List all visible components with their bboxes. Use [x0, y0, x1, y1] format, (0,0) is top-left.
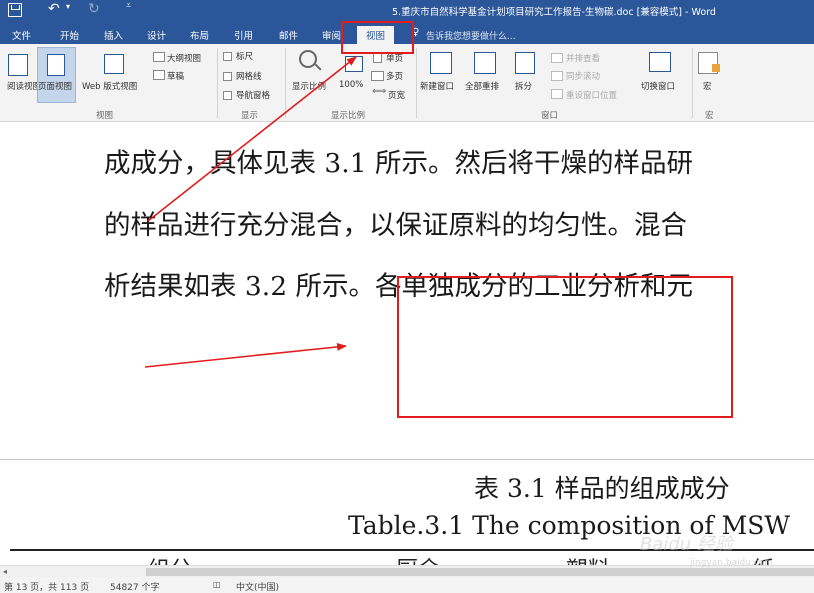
arrange-all-button[interactable]: 全部重排	[465, 80, 499, 92]
tab-file[interactable]: 文件	[12, 28, 31, 42]
gridlines-label: 网格线	[236, 72, 262, 82]
read-mode-icon[interactable]	[8, 54, 28, 76]
table-header-cell: 塑料	[566, 552, 610, 565]
undo-dropdown-icon[interactable]: ▾	[66, 2, 70, 11]
word-window: ↶ ▾ ↻ ⩡ 5.重庆市自然科学基金计划项目研究工作报告-生物碳.doc [兼…	[0, 0, 814, 593]
table-caption-cn: 表 3.1 样品的组成成分	[474, 474, 730, 503]
sync-scroll-button[interactable]: 同步滚动	[566, 70, 600, 82]
web-layout-button[interactable]: Web 版式视图	[82, 80, 137, 92]
new-window-icon[interactable]	[430, 52, 452, 74]
tab-design[interactable]: 设计	[147, 28, 166, 42]
reset-window-button[interactable]: 重设窗口位置	[566, 89, 617, 101]
group-label-macros: 宏	[705, 111, 714, 121]
draft-icon[interactable]	[153, 70, 165, 80]
zoom-button[interactable]: 显示比例	[292, 80, 326, 92]
save-icon[interactable]	[8, 3, 22, 17]
outline-button[interactable]: 大纲视图	[167, 52, 201, 64]
tab-references[interactable]: 引用	[234, 28, 253, 42]
page-count[interactable]: 第 13 页，共 113 页	[4, 580, 89, 593]
outline-icon[interactable]	[153, 52, 165, 62]
macros-button[interactable]: 宏	[703, 80, 712, 92]
read-mode-button[interactable]: 阅读视图	[7, 80, 41, 92]
ribbon-divider	[285, 48, 286, 118]
language-indicator[interactable]: 中文(中国)	[236, 580, 279, 593]
ruler-label: 标尺	[236, 52, 254, 62]
side-by-side-button[interactable]: 并排查看	[566, 52, 600, 64]
one-page-icon[interactable]	[373, 53, 382, 63]
scroll-left-icon[interactable]: ◂	[3, 567, 7, 576]
print-layout-label: 页面视图	[38, 82, 73, 92]
group-label-zoom: 显示比例	[331, 111, 366, 121]
multiple-pages-button[interactable]: 多页	[386, 70, 403, 82]
side-by-side-icon[interactable]	[551, 53, 563, 63]
switch-windows-icon[interactable]	[649, 52, 671, 72]
arrange-all-icon[interactable]	[474, 52, 496, 74]
annotation-box-view-tab	[341, 21, 414, 54]
redo-icon[interactable]: ↻	[88, 1, 100, 17]
scrollbar-thumb[interactable]	[146, 568, 814, 576]
tab-layout[interactable]: 布局	[190, 28, 209, 42]
annotation-box-document	[397, 276, 733, 418]
ribbon-view: 阅读视图 页面视图 Web 版式视图 大纲视图 草稿 视图 标尺 网格线 导航窗…	[0, 44, 814, 122]
group-label-window: 窗口	[541, 111, 559, 121]
doc-line-1: 成成分，具体见表 3.1 所示。然后将干燥的样品研	[104, 148, 693, 179]
ribbon-divider	[217, 48, 218, 118]
page-break-divider	[0, 459, 814, 460]
gridlines-checkbox[interactable]	[223, 72, 232, 81]
macros-badge-icon	[712, 64, 720, 72]
ruler-checkbox[interactable]	[223, 52, 232, 61]
split-button[interactable]: 拆分	[515, 80, 532, 92]
word-count[interactable]: 54827 个字	[110, 580, 160, 593]
draft-button[interactable]: 草稿	[167, 70, 184, 82]
nav-pane-label: 导航窗格	[236, 91, 271, 101]
table-header-cell: 组分	[148, 552, 192, 565]
ribbon-divider	[416, 48, 417, 118]
zoom-100-icon[interactable]	[345, 56, 363, 72]
table-header-cell: 厨余	[396, 552, 440, 565]
watermark-logo: Baidu 经验	[640, 534, 733, 555]
document-title: 5.重庆市自然科学基金计划项目研究工作报告-生物碳.doc [兼容模式] - W…	[392, 7, 716, 18]
zoom-100-button[interactable]: 100%	[339, 80, 363, 90]
tab-review[interactable]: 审阅	[322, 28, 341, 42]
undo-icon[interactable]: ↶	[48, 1, 60, 17]
switch-windows-button[interactable]: 切换窗口	[641, 80, 675, 92]
print-layout-icon	[47, 54, 65, 76]
tell-me-input[interactable]: 告诉我您想要做什么...	[426, 29, 516, 42]
new-window-button[interactable]: 新建窗口	[420, 80, 454, 92]
page-width-button[interactable]: 页宽	[388, 89, 405, 101]
web-layout-icon[interactable]	[104, 54, 124, 74]
group-label-show: 显示	[241, 111, 259, 121]
status-bar: 第 13 页，共 113 页 54827 个字 ◫ 中文(中国)	[0, 577, 814, 593]
ribbon-divider	[692, 48, 693, 118]
group-label-views: 视图	[96, 111, 114, 121]
page-width-icon[interactable]: ⟺	[372, 86, 386, 97]
proofing-icon[interactable]: ◫	[213, 580, 221, 589]
tab-insert[interactable]: 插入	[104, 28, 123, 42]
tab-mailings[interactable]: 邮件	[279, 28, 298, 42]
reset-window-icon[interactable]	[551, 89, 563, 99]
split-icon[interactable]	[515, 52, 535, 74]
nav-pane-checkbox[interactable]	[223, 91, 232, 100]
zoom-magnifier-handle-icon	[314, 63, 322, 71]
multiple-pages-icon[interactable]	[371, 71, 384, 81]
watermark-url: jingyan.baidu.com	[690, 558, 774, 568]
tab-home[interactable]: 开始	[60, 28, 79, 42]
customize-quick-access-icon[interactable]: ⩡	[126, 1, 131, 11]
sync-scroll-icon[interactable]	[551, 71, 563, 81]
doc-line-2: 的样品进行充分混合，以保证原料的均匀性。混合	[104, 210, 687, 241]
